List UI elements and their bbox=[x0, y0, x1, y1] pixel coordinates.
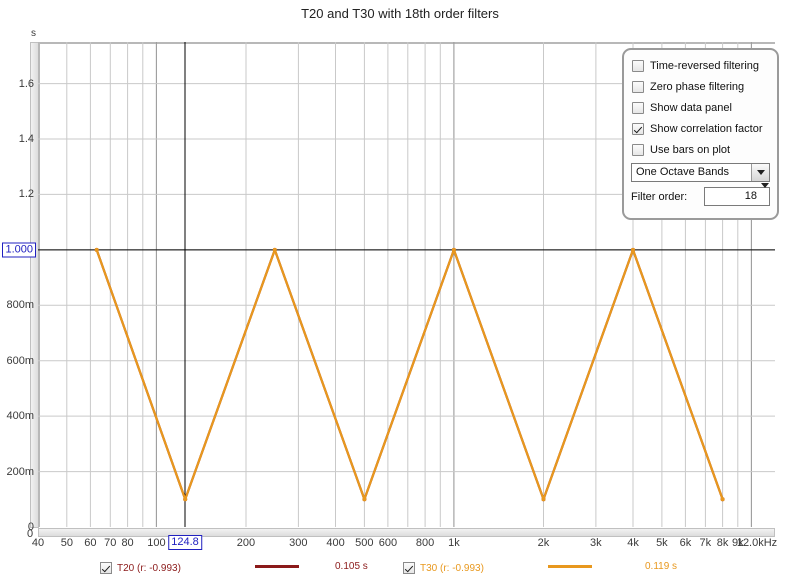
y-axis-tick-label: 1.4 bbox=[18, 133, 34, 145]
x-axis-tick-label: 2k bbox=[537, 537, 550, 549]
checkbox-icon[interactable] bbox=[632, 143, 644, 156]
x-axis-tick-label: 6k bbox=[679, 537, 692, 549]
checkbox-row-time-reversed-filtering[interactable]: Time-reversed filtering bbox=[632, 56, 771, 75]
legend-value: 0.119 s bbox=[645, 561, 678, 572]
legend-label: T20 (r: -0.993) bbox=[117, 562, 181, 574]
y-axis-tick-label: 1.6 bbox=[18, 77, 34, 90]
checkbox-label: Zero phase filtering bbox=[650, 80, 745, 93]
y-axis-unit: s bbox=[31, 28, 36, 39]
legend-color-swatch bbox=[255, 565, 299, 568]
x-axis: 40 50 60 70 80 100 200 300 400 500 600 800 1k 2k 3k 4k 5… bbox=[0, 531, 800, 557]
checkbox-label: Time-reversed filtering bbox=[650, 59, 760, 72]
x-axis-tick-label: 800 bbox=[415, 537, 435, 549]
legend-value: 0.105 s bbox=[335, 561, 368, 572]
checkbox-row-use-bars-on-plot[interactable]: Use bars on plot bbox=[632, 140, 771, 159]
checkbox-row-show-data-panel[interactable]: Show data panel bbox=[632, 98, 771, 117]
band-select-dropdown[interactable]: One Octave Bands bbox=[631, 163, 770, 182]
x-axis-tick-label: 60 bbox=[84, 537, 97, 549]
y-axis-tick-label: 200m bbox=[6, 465, 34, 478]
x-axis-tick-label: 80 bbox=[121, 537, 134, 549]
x-cursor-readout[interactable]: 124.8 bbox=[168, 535, 202, 550]
checkbox-icon[interactable] bbox=[632, 59, 644, 72]
checkbox-label: Show correlation factor bbox=[650, 122, 763, 135]
checkbox-icon[interactable] bbox=[403, 562, 415, 574]
x-axis-tick-label: 12.0kHz bbox=[736, 537, 778, 549]
checkbox-row-zero-phase-filtering[interactable]: Zero phase filtering bbox=[632, 77, 771, 96]
x-axis-tick-label: 1k bbox=[448, 537, 460, 549]
page-title: T20 and T30 with 18th order filters bbox=[301, 6, 499, 21]
x-axis-tick-label: 8k bbox=[716, 537, 729, 549]
x-axis-tick-label: 400 bbox=[326, 537, 345, 549]
legend-item-t20[interactable]: T20 (r: -0.993) bbox=[100, 560, 181, 576]
y-axis-tick-label: 400m bbox=[6, 410, 34, 423]
x-axis-tick-label: 50 bbox=[60, 537, 73, 549]
filter-order-value: 18 bbox=[744, 190, 757, 202]
checkbox-icon[interactable] bbox=[100, 562, 112, 574]
filter-order-stepper[interactable]: 18 bbox=[704, 183, 770, 206]
filter-order-row: Filter order: 18 bbox=[631, 183, 770, 206]
checkbox-icon[interactable] bbox=[632, 101, 644, 114]
legend-label: T30 (r: -0.993) bbox=[420, 562, 484, 574]
y-axis-tick-label: 600m bbox=[6, 354, 34, 367]
checkbox-icon[interactable] bbox=[632, 122, 644, 135]
chevron-down-icon[interactable] bbox=[751, 164, 769, 181]
filter-control-panel[interactable]: Time-reversed filtering Zero phase filter… bbox=[622, 48, 779, 220]
legend-item-t30[interactable]: T30 (r: -0.993) bbox=[403, 560, 484, 576]
checkbox-label: Use bars on plot bbox=[650, 143, 731, 156]
series-legend: T20 (r: -0.993) 0.105 s T30 (r: -0.993) 0.1… bbox=[0, 558, 800, 580]
chevron-down-icon[interactable] bbox=[761, 183, 769, 205]
x-axis-tick-label: 300 bbox=[289, 537, 308, 549]
x-axis-tick-label: 200 bbox=[236, 537, 256, 549]
x-axis-tick-label: 3k bbox=[590, 537, 602, 549]
checkbox-row-show-correlation-factor[interactable]: Show correlation factor bbox=[632, 119, 771, 138]
y-axis: 0 200m 400m 600m 800m 1.000 1.2 1.4 1.6 bbox=[0, 42, 36, 533]
x-axis-tick-label: 40 bbox=[31, 537, 45, 549]
filter-order-label: Filter order: bbox=[631, 190, 688, 203]
x-axis-tick-label: 100 bbox=[147, 537, 166, 549]
legend-color-swatch bbox=[548, 565, 592, 568]
checkbox-label: Show data panel bbox=[650, 101, 732, 114]
x-axis-tick-label: 5k bbox=[656, 537, 668, 549]
x-axis-tick-label: 70 bbox=[104, 537, 117, 549]
x-axis-tick-label: 4k bbox=[627, 537, 639, 549]
checkbox-icon[interactable] bbox=[632, 80, 644, 93]
y-axis-tick-label: 1.2 bbox=[18, 188, 34, 201]
x-axis-tick-label: 600 bbox=[378, 537, 398, 549]
x-axis-tick-label: 7k bbox=[699, 537, 712, 549]
y-axis-tick-label: 800m bbox=[6, 299, 34, 312]
checkbox-list: Time-reversed filtering Zero phase filter… bbox=[630, 56, 771, 159]
y-cursor-readout[interactable]: 1.000 bbox=[2, 242, 36, 258]
band-select-value: One Octave Bands bbox=[636, 166, 729, 178]
x-axis-tick-label: 500 bbox=[355, 537, 374, 549]
